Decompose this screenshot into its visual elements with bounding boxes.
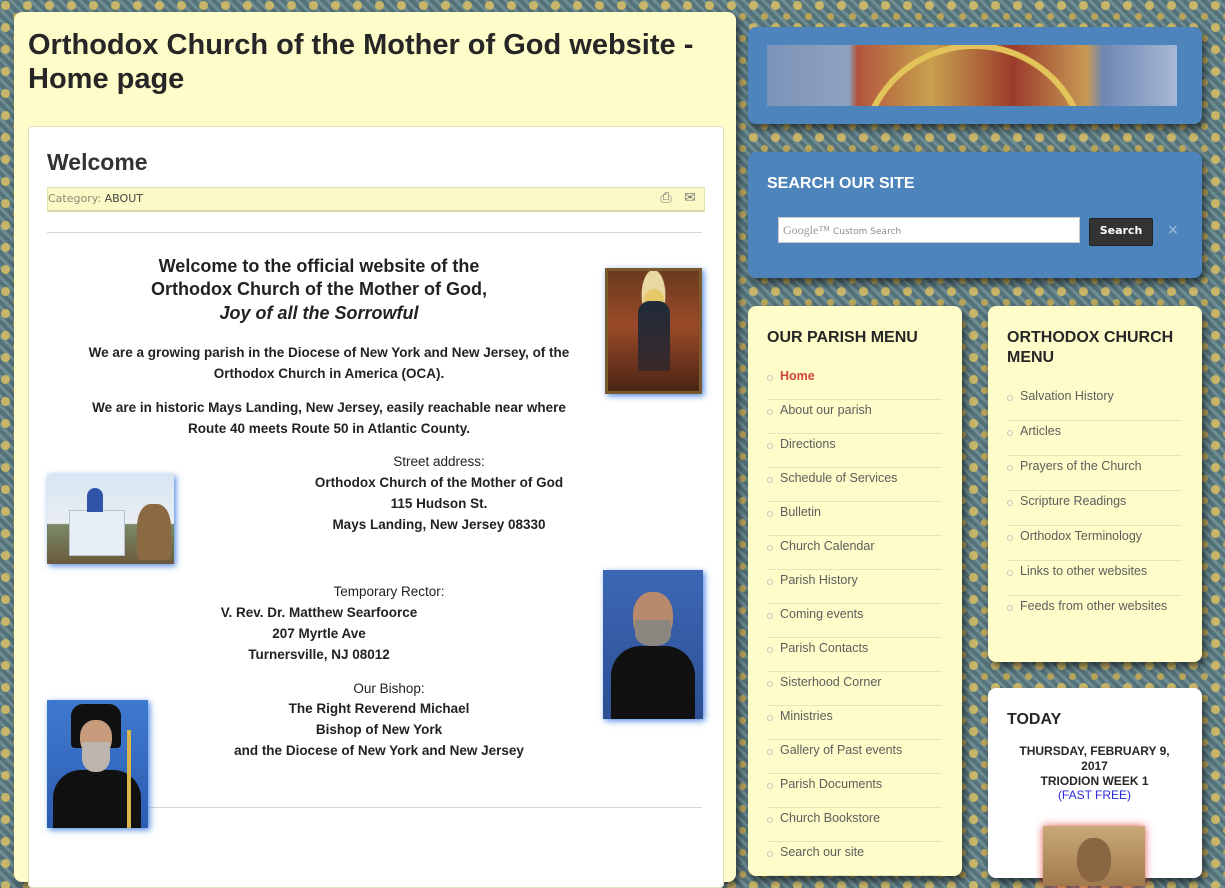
today-date: THURSDAY, FEBRUARY 9, 2017 TRIODION WEEK… — [1007, 744, 1182, 789]
church-menu-item-feeds[interactable]: Feeds from other websites — [1007, 596, 1182, 652]
article: Welcome Category: ABOUT ⎙ ✉ Welcome to t… — [28, 126, 724, 888]
church-menu-item-prayers[interactable]: Prayers of the Church — [1007, 456, 1182, 491]
parish-menu-item-bookstore[interactable]: Church Bookstore — [767, 808, 942, 842]
google-logo: Google™ — [783, 223, 831, 237]
rector-label: Temporary Rector: — [333, 584, 445, 599]
fast-status-link[interactable]: (FAST FREE) — [1007, 788, 1182, 803]
church-menu-title: ORTHODOX CHURCH MENU — [1007, 329, 1174, 366]
rector-name: V. Rev. Dr. Matthew Searfoorce — [220, 605, 418, 620]
church-building-image — [47, 474, 174, 564]
parish-menu-item-ministries[interactable]: Ministries — [767, 706, 942, 740]
street-address-label: Street address: — [393, 454, 485, 469]
location-line2: Route 40 meets Route 50 in Atlantic Coun… — [187, 421, 471, 436]
parish-menu-item-events[interactable]: Coming events — [767, 604, 942, 638]
clear-search-icon[interactable]: × — [1167, 222, 1179, 238]
church-menu-item-articles[interactable]: Articles — [1007, 421, 1182, 456]
fresco-banner-image — [767, 45, 1177, 106]
category-info: Category: ABOUT — [48, 192, 143, 205]
parish-menu-item-schedule[interactable]: Schedule of Services — [767, 468, 942, 502]
church-menu-item-terminology[interactable]: Orthodox Terminology — [1007, 526, 1182, 561]
parish-menu: Home About our parish Directions Schedul… — [767, 366, 942, 876]
search-panel: SEARCH OUR SITE Google™ Custom Search Se… — [748, 152, 1202, 278]
welcome-heading-line3: Joy of all the Sorrowful — [219, 303, 419, 323]
parish-menu-panel: OUR PARISH MENU Home About our parish Di… — [748, 306, 962, 876]
church-menu-panel: ORTHODOX CHURCH MENU Salvation History A… — [988, 306, 1202, 662]
parish-menu-item-documents[interactable]: Parish Documents — [767, 774, 942, 808]
theotokos-icon-image — [605, 268, 702, 394]
parish-menu-item-contacts[interactable]: Parish Contacts — [767, 638, 942, 672]
church-menu-item-links[interactable]: Links to other websites — [1007, 561, 1182, 596]
church-menu: Salvation History Articles Prayers of th… — [1007, 386, 1182, 652]
street-address-line1: Orthodox Church of the Mother of God — [314, 475, 564, 490]
bishop-title: The Right Reverend Michael — [288, 701, 470, 716]
category-label: Category: — [48, 192, 102, 205]
parish-menu-item-calendar[interactable]: Church Calendar — [767, 536, 942, 570]
welcome-heading-line1: Welcome to the official website of the — [158, 256, 480, 276]
church-menu-item-salvation-history[interactable]: Salvation History — [1007, 386, 1182, 421]
article-meta-bar: Category: ABOUT ⎙ ✉ — [47, 187, 705, 212]
street-address-line3: Mays Landing, New Jersey 08330 — [332, 517, 546, 532]
rector-address-line2: Turnersville, NJ 08012 — [248, 647, 390, 662]
category-link[interactable]: ABOUT — [105, 192, 143, 205]
parish-menu-item-history[interactable]: Parish History — [767, 570, 942, 604]
saint-of-the-day-image — [1043, 826, 1145, 886]
parish-menu-title: OUR PARISH MENU — [767, 329, 918, 346]
today-date-text: THURSDAY, FEBRUARY 9, 2017 — [1019, 744, 1170, 773]
parish-menu-item-search[interactable]: Search our site — [767, 842, 942, 876]
today-week-text: TRIODION WEEK 1 — [1040, 774, 1149, 788]
parish-menu-item-home[interactable]: Home — [767, 366, 942, 400]
location-line1: We are in historic Mays Landing, New Jer… — [92, 400, 566, 415]
search-panel-title: SEARCH OUR SITE — [767, 175, 915, 192]
street-address-line2: 115 Hudson St. — [390, 496, 488, 511]
main-content-panel: Orthodox Church of the Mother of God web… — [14, 12, 736, 888]
bishop-see: Bishop of New York — [315, 722, 443, 737]
divider — [47, 232, 702, 233]
parish-menu-item-sisterhood[interactable]: Sisterhood Corner — [767, 672, 942, 706]
divider — [149, 807, 702, 808]
bishop-portrait-image — [47, 700, 148, 828]
parish-menu-item-gallery[interactable]: Gallery of Past events — [767, 740, 942, 774]
banner-panel — [748, 27, 1202, 124]
rector-address-line1: 207 Myrtle Ave — [272, 626, 366, 641]
parish-intro-line1: We are a growing parish in the Diocese o… — [88, 345, 570, 360]
today-title: TODAY — [1007, 711, 1062, 728]
today-panel: TODAY THURSDAY, FEBRUARY 9, 2017 TRIODIO… — [988, 688, 1202, 886]
parish-menu-item-bulletin[interactable]: Bulletin — [767, 502, 942, 536]
parish-menu-item-about[interactable]: About our parish — [767, 400, 942, 434]
page-title: Orthodox Church of the Mother of God web… — [28, 29, 694, 95]
rector-portrait-image — [603, 570, 703, 719]
search-input[interactable]: Google™ Custom Search — [778, 217, 1080, 243]
parish-intro-line2: Orthodox Church in America (OCA). — [213, 366, 445, 381]
bishop-diocese: and the Diocese of New York and New Jers… — [234, 743, 524, 758]
bishop-label: Our Bishop: — [353, 681, 425, 696]
search-placeholder: Custom Search — [832, 227, 902, 237]
print-icon[interactable]: ⎙ — [658, 190, 674, 206]
email-icon[interactable]: ✉ — [682, 190, 698, 206]
article-title: Welcome — [47, 149, 148, 175]
church-menu-item-scripture[interactable]: Scripture Readings — [1007, 491, 1182, 526]
welcome-heading-line2: Orthodox Church of the Mother of God, — [151, 279, 487, 299]
search-button[interactable]: Search — [1089, 218, 1153, 246]
parish-menu-item-directions[interactable]: Directions — [767, 434, 942, 468]
